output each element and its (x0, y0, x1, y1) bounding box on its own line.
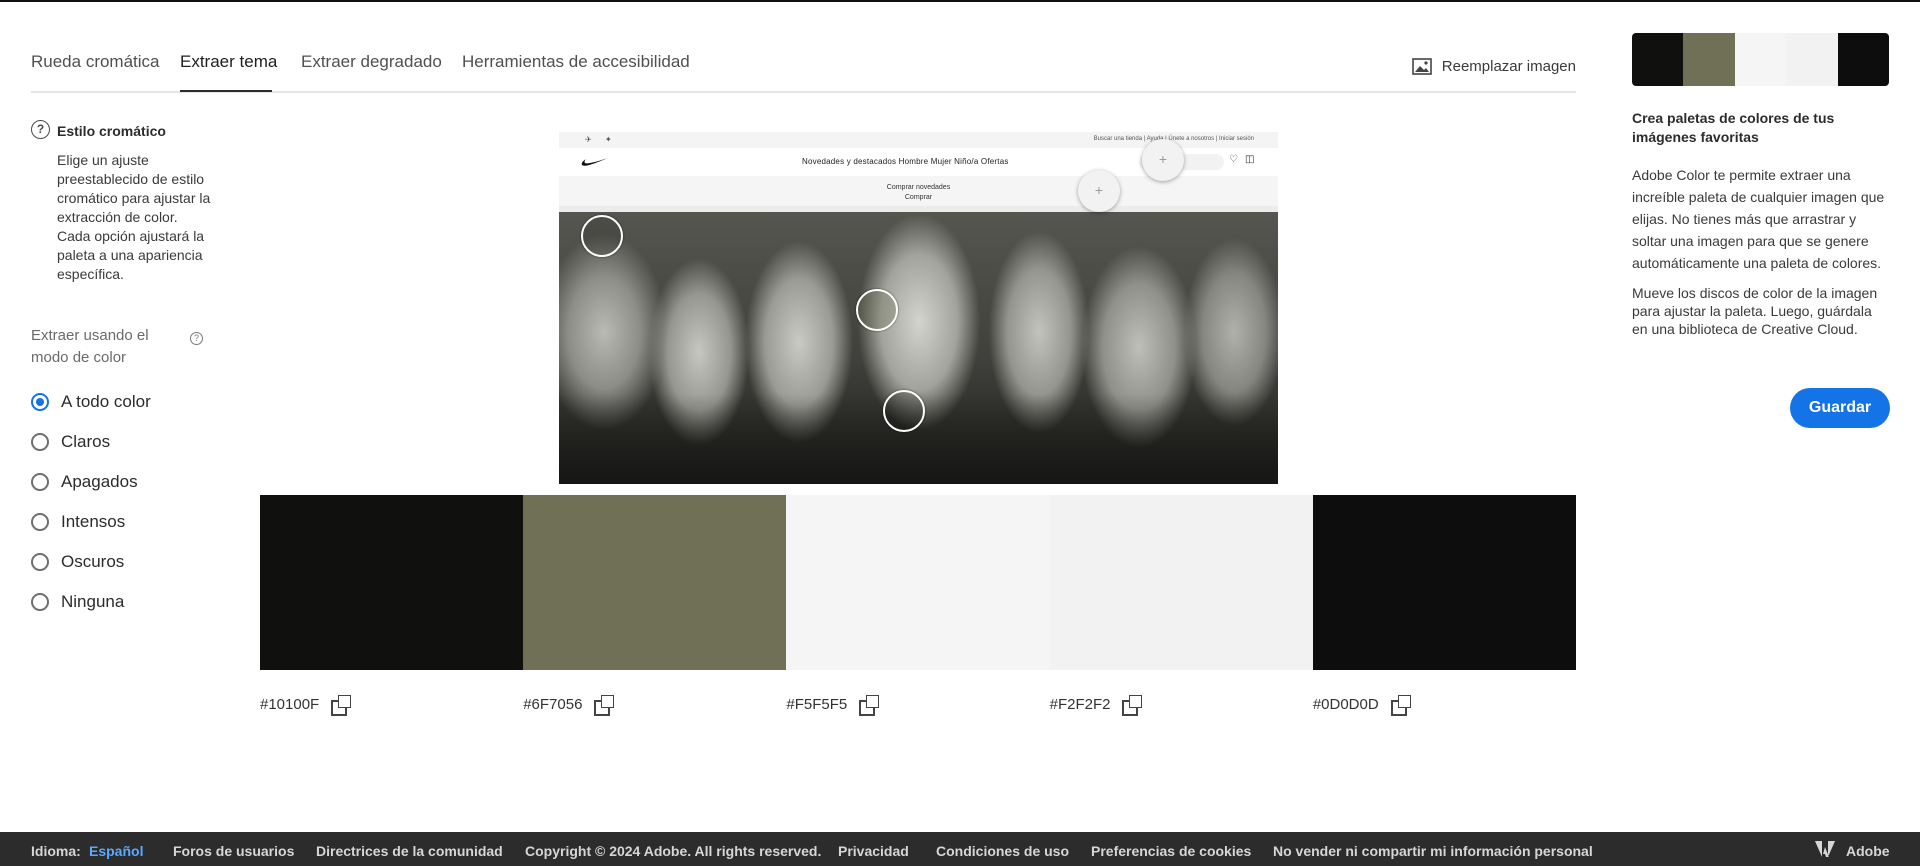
hex-value[interactable]: #F5F5F5 (786, 696, 847, 713)
footer-link-guidelines[interactable]: Directrices de la comunidad (316, 843, 503, 859)
color-picker-disc[interactable] (581, 215, 623, 257)
footer-copyright: Copyright © 2024 Adobe. All rights reser… (525, 843, 822, 859)
language-selector[interactable]: Español (89, 843, 143, 859)
radio-deep[interactable]: Intensos (31, 512, 125, 532)
hex-value[interactable]: #6F7056 (523, 696, 582, 713)
copy-icon[interactable] (594, 695, 615, 716)
radio-label: Oscuros (61, 552, 125, 571)
save-button[interactable]: Guardar (1790, 388, 1890, 428)
image-hero-photo (559, 212, 1278, 484)
copy-icon[interactable] (859, 695, 880, 716)
footer-link-forums[interactable]: Foros de usuarios (173, 843, 294, 859)
radio-dot (31, 473, 49, 491)
banner-line-2: Comprar (904, 194, 933, 201)
color-picker-disc[interactable] (883, 390, 925, 432)
adobe-brand: Adobe (1846, 843, 1890, 859)
swatch-4[interactable] (1049, 495, 1313, 670)
radio-dot (31, 393, 49, 411)
adobe-logo-icon (1815, 841, 1835, 857)
radio-dot (31, 513, 49, 531)
banner-line-1: Comprar novedades (886, 184, 951, 191)
tab-extract-theme[interactable]: Extraer tema (180, 52, 277, 72)
radio-label: Claros (61, 432, 111, 451)
mini-swatch (1683, 33, 1735, 86)
image-nav-links: Novedades y destacados Hombre Mujer Niño… (802, 157, 1009, 166)
radio-label: Ninguna (61, 592, 125, 611)
radio-dot (31, 433, 49, 451)
mini-swatch (1837, 33, 1889, 86)
footer-link-terms[interactable]: Condiciones de uso (936, 843, 1069, 859)
tab-accessibility-tools[interactable]: Herramientas de accesibilidad (462, 52, 690, 72)
hex-cell: #10100F (260, 695, 523, 716)
mini-swatch (1734, 33, 1787, 86)
radio-bright[interactable]: Claros (31, 432, 110, 452)
active-tab-indicator (180, 90, 272, 92)
tab-color-wheel[interactable]: Rueda cromática (31, 52, 160, 72)
color-picker-disc[interactable]: + (1078, 170, 1120, 212)
hex-value[interactable]: #10100F (260, 696, 319, 713)
mode-help-icon[interactable]: ? (190, 332, 203, 345)
help-icon[interactable]: ? (31, 120, 50, 139)
image-icon (1411, 58, 1432, 75)
swatch-3[interactable] (786, 495, 1050, 670)
hex-cell: #F5F5F5 (786, 695, 1049, 716)
info-title: Crea paletas de colores de tus imágenes … (1632, 110, 1835, 145)
top-border (0, 0, 1920, 2)
palette-swatches (260, 495, 1577, 670)
hex-cell: #F2F2F2 (1050, 695, 1313, 716)
radio-none[interactable]: Ninguna (31, 592, 124, 612)
mode-label: Extraer usando el modo de color (31, 327, 149, 366)
swatch-1[interactable] (260, 495, 524, 670)
radio-dark[interactable]: Oscuros (31, 552, 124, 572)
style-description: Elige un ajuste preestablecido de estilo… (57, 152, 211, 282)
info-paragraph-2: Mueve los discos de color de la imagen p… (1632, 285, 1878, 337)
copy-icon[interactable] (1390, 695, 1412, 716)
footer: Idioma: Español Foros de usuarios Direct… (0, 832, 1920, 866)
swoosh-logo (581, 158, 608, 166)
hex-cell: #6F7056 (523, 695, 786, 716)
footer-link-privacy[interactable]: Privacidad (838, 843, 909, 859)
replace-image-label: Reemplazar imagen (1441, 58, 1576, 75)
mini-swatch (1786, 33, 1838, 86)
hex-values: #10100F #6F7056 #F5F5F5 #F2F2F2 #0D0D0D (260, 695, 1576, 716)
copy-icon[interactable] (331, 695, 352, 716)
info-panel: Crea paletas de colores de tus imágenes … (1632, 33, 1890, 338)
hex-value[interactable]: #F2F2F2 (1050, 696, 1111, 713)
copy-icon[interactable] (1122, 695, 1143, 716)
bag-icon: ◫ (1245, 154, 1255, 165)
swatch-2[interactable] (523, 495, 787, 670)
swatch-5[interactable] (1312, 495, 1577, 670)
mini-palette-preview (1632, 33, 1889, 86)
radio-label: Intensos (61, 512, 126, 531)
radio-muted[interactable]: Apagados (31, 472, 138, 492)
replace-image-button[interactable]: Reemplazar imagen (1411, 58, 1576, 75)
radio-dot (31, 553, 49, 571)
tab-bar: Rueda cromática Extraer tema Extraer deg… (31, 40, 1576, 93)
footer-link-cookies[interactable]: Preferencias de cookies (1091, 843, 1251, 859)
color-picker-disc[interactable]: + (1142, 139, 1184, 181)
radio-colorful[interactable]: A todo color (31, 392, 151, 412)
mini-swatch (1632, 33, 1684, 86)
hex-cell: #0D0D0D (1313, 695, 1576, 716)
heart-icon: ♡ (1229, 154, 1238, 165)
info-paragraph-1: Adobe Color te permite extraer una incre… (1632, 167, 1885, 271)
footer-link-do-not-sell[interactable]: No vender ni compartir mi información pe… (1273, 843, 1593, 859)
radio-dot (31, 593, 49, 611)
style-title: Estilo cromático (57, 123, 166, 139)
hex-value[interactable]: #0D0D0D (1313, 696, 1379, 713)
jordan-logo: ✈ (585, 135, 592, 144)
color-picker-disc[interactable] (856, 289, 898, 331)
tab-extract-gradient[interactable]: Extraer degradado (301, 52, 442, 72)
language-label: Idioma: (31, 843, 81, 859)
converse-logo: ✦ (605, 135, 612, 144)
image-banner: Comprar novedades Comprar (559, 176, 1278, 206)
source-image[interactable]: ✈ ✦ Buscar una tienda | Ayuda | Únete a … (559, 132, 1278, 484)
radio-label: A todo color (61, 392, 151, 411)
radio-label: Apagados (61, 472, 138, 491)
